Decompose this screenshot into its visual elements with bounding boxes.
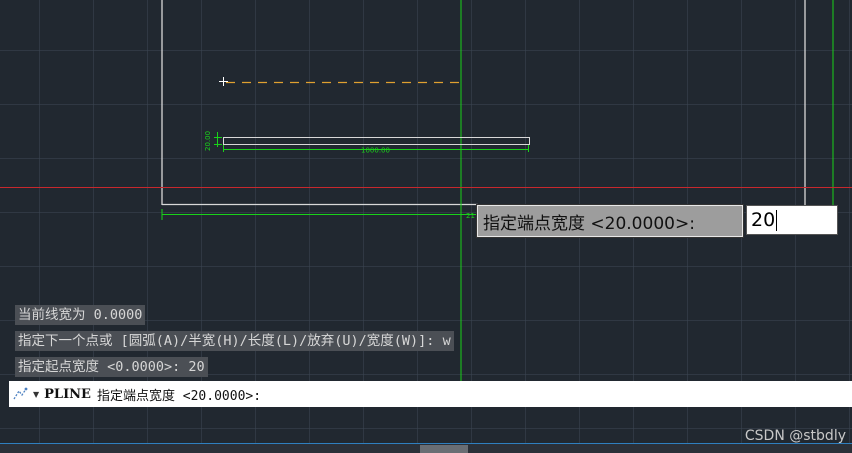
dynamic-input-field[interactable]: 20 xyxy=(746,205,838,235)
dynamic-input-value: 20 xyxy=(751,209,776,231)
polyline-rectangle xyxy=(223,137,530,145)
horizontal-scrollbar-thumb[interactable] xyxy=(420,445,468,453)
command-line[interactable]: ▼ PLINE 指定端点宽度 <20.0000>: xyxy=(9,381,852,407)
history-line-3: 指定起点宽度 <0.0000>: 20 xyxy=(15,357,208,377)
text-caret xyxy=(776,210,778,231)
command-history-icon[interactable] xyxy=(11,384,33,404)
history-line-1: 当前线宽为 0.0000 xyxy=(15,305,146,325)
command-prompt: 指定端点宽度 <20.0000>: xyxy=(96,388,262,404)
dim-height-label: 20.00 xyxy=(204,131,212,151)
watermark: CSDN @stbdly xyxy=(744,428,846,444)
cursor-cross-icon xyxy=(219,77,228,86)
dynamic-input-prompt: 指定端点宽度 <20.0000>: xyxy=(476,204,744,238)
dim-partial-label: 21 xyxy=(466,212,475,220)
status-divider xyxy=(0,443,852,444)
command-name: PLINE xyxy=(44,386,91,402)
dim-width-label: 1000.00 xyxy=(361,147,390,155)
command-dropdown-icon[interactable]: ▼ xyxy=(33,390,39,399)
history-line-2: 指定下一个点或 [圆弧(A)/半宽(H)/长度(L)/放弃(U)/宽度(W)]:… xyxy=(15,331,454,351)
